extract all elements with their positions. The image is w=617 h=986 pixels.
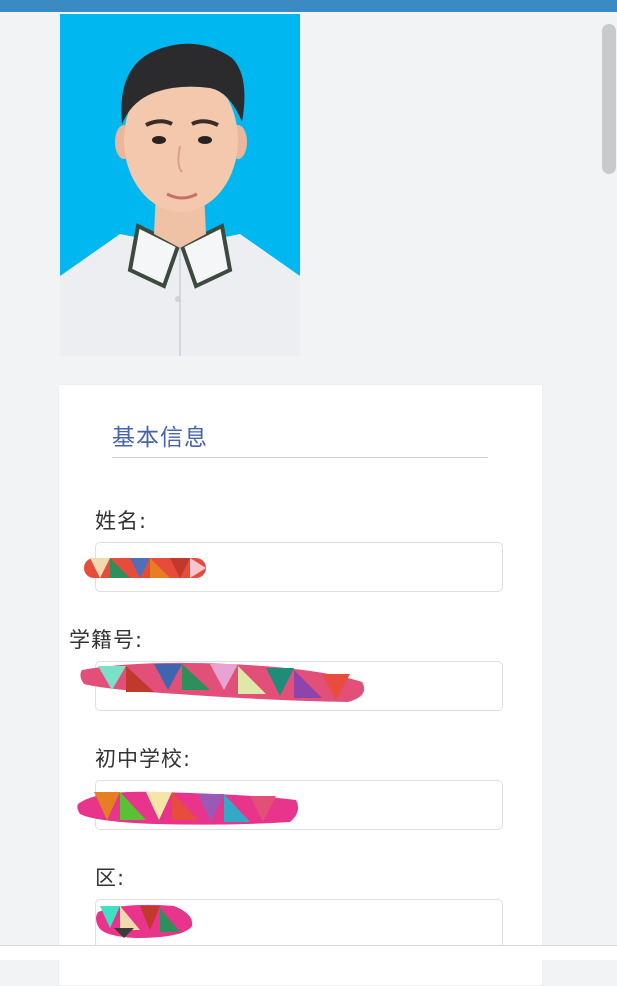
section-divider <box>112 457 488 458</box>
name-label: 姓名: <box>95 509 148 533</box>
bottom-bar <box>0 946 617 960</box>
junior-school-label: 初中学校: <box>95 747 192 771</box>
student-id-field[interactable] <box>95 661 503 711</box>
top-bar <box>0 0 617 12</box>
student-photo <box>60 14 300 356</box>
scrollbar-thumb[interactable] <box>602 24 616 174</box>
name-field[interactable] <box>95 542 503 592</box>
student-id-label: 学籍号: <box>69 628 144 652</box>
junior-school-field[interactable] <box>95 780 503 830</box>
section-title: 基本信息 <box>112 425 208 451</box>
district-label: 区: <box>95 866 126 890</box>
district-field[interactable] <box>95 899 503 949</box>
